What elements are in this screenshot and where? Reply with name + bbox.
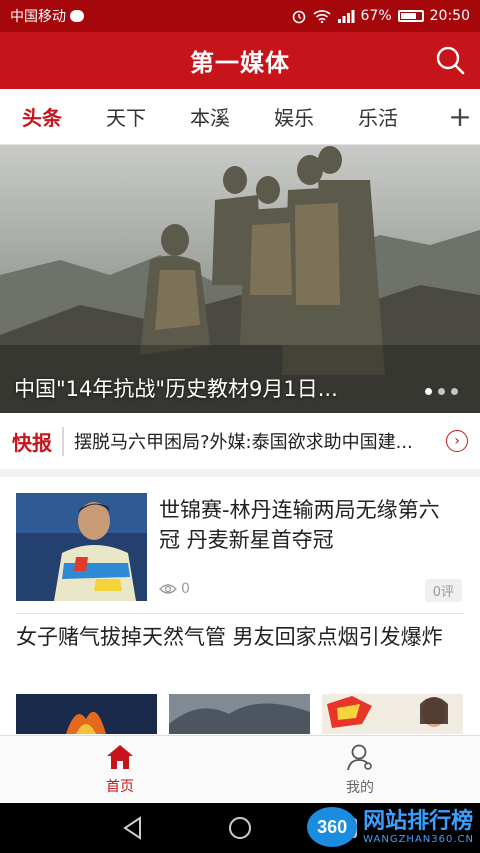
nav-profile-label: 我的 <box>346 779 374 796</box>
news-meta: 0 <box>159 581 190 597</box>
status-bar: 中国移动 67% 20:50 <box>0 0 480 32</box>
carrier-group: 中国移动 <box>10 6 84 26</box>
carousel-dot <box>425 388 432 395</box>
carousel-dot <box>451 388 458 395</box>
nav-profile[interactable]: 我的 <box>240 736 480 803</box>
add-tab-button[interactable]: + <box>440 102 480 131</box>
eye-icon <box>159 584 177 594</box>
watermark-main: 网站排行榜 <box>363 808 474 834</box>
wifi-icon <box>312 10 331 23</box>
tab-lifestyle[interactable]: 乐活 <box>336 102 420 131</box>
watermark-sub: WANGZHAN360.CN <box>363 833 474 845</box>
user-icon <box>347 744 372 770</box>
search-icon[interactable] <box>434 44 466 76</box>
signal-icon <box>337 10 355 23</box>
flash-label: 快报 <box>12 426 64 456</box>
message-icon <box>70 10 84 22</box>
carousel-indicator <box>425 388 458 395</box>
nav-home[interactable]: 首页 <box>0 736 240 803</box>
flash-news-bar[interactable]: 快报 摆脱马六甲困局?外媒:泰国欲求助中国建... › <box>0 413 480 477</box>
bottom-nav: 首页 我的 <box>0 735 480 803</box>
nav-home-label: 首页 <box>106 778 134 795</box>
alarm-icon <box>292 10 305 24</box>
battery-icon <box>397 10 424 22</box>
watermark: 360 网站排行榜 WANGZHAN360.CN <box>307 807 474 847</box>
hero-caption[interactable]: 中国"14年抗战"历史教材9月1日... <box>14 373 338 403</box>
flash-text[interactable]: 摆脱马六甲困局?外媒:泰国欲求助中国建... <box>74 428 434 454</box>
clock: 20:50 <box>429 8 470 24</box>
app-bar: 第一媒体 <box>0 32 480 89</box>
home-icon <box>107 744 133 769</box>
news-thumbnails <box>16 694 464 734</box>
battery-percent: 67% <box>360 8 392 24</box>
watermark-badge: 360 <box>307 807 358 847</box>
back-icon[interactable] <box>120 815 146 841</box>
carrier-name: 中国移动 <box>10 9 66 25</box>
news-item[interactable]: 女子赌气拔掉天然气管 男友回家点烟引发爆炸 <box>16 622 464 734</box>
comment-count-badge: 0评 <box>424 579 462 602</box>
tab-headlines[interactable]: 头条 <box>0 102 84 131</box>
tab-benxi[interactable]: 本溪 <box>168 102 252 131</box>
news-headline[interactable]: 女子赌气拔掉天然气管 男友回家点烟引发爆炸 <box>16 622 464 652</box>
news-thumbnail <box>322 694 463 734</box>
tab-entertainment[interactable]: 娱乐 <box>252 102 336 131</box>
home-circle-icon[interactable] <box>227 815 253 841</box>
news-item[interactable]: 世锦赛-林丹连输两局无缘第六冠 丹麦新星首夺冠 0 0评 <box>16 493 464 605</box>
news-thumbnail <box>169 694 310 734</box>
divider <box>16 613 464 614</box>
system-nav-bar: 360 网站排行榜 WANGZHAN360.CN <box>0 803 480 853</box>
hero-carousel[interactable]: 中国"14年抗战"历史教材9月1日... <box>0 145 480 413</box>
news-thumbnail <box>16 493 147 601</box>
view-count: 0 <box>181 581 190 597</box>
category-tabs: 头条 天下 本溪 娱乐 乐活 + <box>0 89 480 145</box>
tab-world[interactable]: 天下 <box>84 102 168 131</box>
carousel-dot <box>438 388 445 395</box>
news-thumbnail <box>16 694 157 734</box>
app-title: 第一媒体 <box>190 49 290 77</box>
chevron-right-icon[interactable]: › <box>446 430 468 452</box>
status-right: 67% 20:50 <box>291 8 470 24</box>
news-headline[interactable]: 世锦赛-林丹连输两局无缘第六冠 丹麦新星首夺冠 <box>159 495 459 555</box>
